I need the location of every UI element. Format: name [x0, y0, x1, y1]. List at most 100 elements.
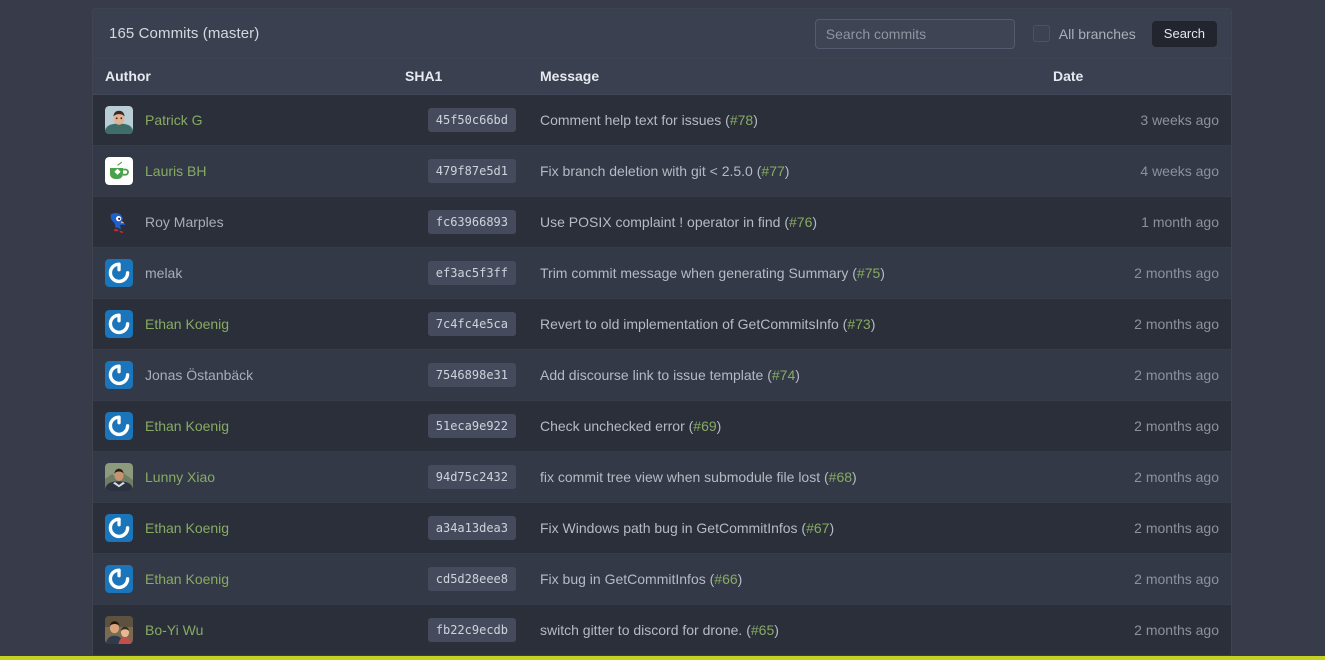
commit-sha-badge[interactable]: fb22c9ecdb [427, 617, 516, 642]
commit-message-cell: fix commit tree view when submodule file… [528, 451, 1041, 502]
commit-message-tail: ) [829, 519, 835, 536]
commit-message-text[interactable]: Fix Windows path bug in GetCommitInfos ( [540, 520, 806, 536]
commit-sha-badge[interactable]: cd5d28eee8 [427, 566, 516, 591]
commit-sha-cell: 45f50c66bd [393, 94, 528, 145]
commit-message-cell: Use POSIX complaint ! operator in find (… [528, 196, 1041, 247]
commit-sha-badge[interactable]: 94d75c2432 [427, 464, 516, 489]
issue-reference-link[interactable]: #76 [789, 214, 812, 230]
issue-reference-link[interactable]: #73 [847, 316, 870, 332]
commit-sha-badge[interactable]: 51eca9e922 [427, 413, 516, 438]
all-branches-checkbox[interactable] [1032, 25, 1050, 42]
commit-sha-badge[interactable]: ef3ac5f3ff [427, 260, 516, 285]
commit-message-text[interactable]: fix commit tree view when submodule file… [540, 469, 829, 485]
author-cell-inner: Lauris BH [105, 156, 381, 185]
commit-author-cell: Ethan Koenig [93, 553, 393, 604]
gravatar-default-avatar[interactable] [105, 309, 133, 338]
commit-message-tail: ) [716, 417, 722, 434]
commit-date-cell: 2 months ago [1134, 264, 1219, 281]
all-branches-toggle[interactable]: All branches [1032, 25, 1136, 42]
commit-message-tail: ) [812, 213, 818, 230]
table-row: Ethan Koenig cd5d28eee8 Fix bug in GetComm… [93, 553, 1231, 604]
column-header-author[interactable]: Author [93, 59, 393, 95]
commit-message-cell: switch gitter to discord for drone. (#65… [528, 604, 1041, 655]
commit-author-cell: melak [93, 247, 393, 298]
issue-reference-link[interactable]: #65 [751, 622, 774, 638]
commit-message-text[interactable]: switch gitter to discord for drone. ( [540, 622, 751, 638]
commit-date-cell: 2 months ago [1134, 366, 1219, 383]
commit-message-cell: Comment help text for issues (#78) [528, 94, 1041, 145]
commit-message-cell: Revert to old implementation of GetCommi… [528, 298, 1041, 349]
author-name[interactable]: Ethan Koenig [145, 418, 229, 434]
commit-message-text[interactable]: Fix bug in GetCommitInfos ( [540, 571, 714, 587]
table-row: Ethan Koenig a34a13dea3 Fix Windows path b… [93, 502, 1231, 553]
commit-date-cell: 2 months ago [1134, 315, 1219, 332]
commit-sha-cell: ef3ac5f3ff [393, 247, 528, 298]
commit-message-tail: ) [880, 264, 885, 281]
author-name[interactable]: Bo-Yi Wu [145, 622, 203, 638]
commit-message-cell: Add discourse link to issue template (#7… [528, 349, 1041, 400]
commit-sha-cell: fc63966893 [393, 196, 528, 247]
author-cell-inner: Jonas Östanbäck [105, 360, 381, 389]
issue-reference-link[interactable]: #78 [730, 112, 753, 128]
commit-sha-badge[interactable]: 479f87e5d1 [427, 158, 516, 183]
author-cell-inner: Ethan Koenig [105, 513, 381, 542]
commits-table: Author SHA1 Message Date Patrick G 45f50c… [93, 59, 1231, 656]
commit-message-tail: ) [795, 366, 800, 383]
author-name[interactable]: Patrick G [145, 112, 203, 128]
commit-sha-cell: 51eca9e922 [393, 400, 528, 451]
issue-reference-link[interactable]: #66 [714, 571, 737, 587]
photo-family-avatar[interactable] [105, 615, 133, 644]
author-name: Jonas Östanbäck [145, 366, 254, 383]
table-row: Roy Marples fc63966893 Use POSIX complaint… [93, 196, 1231, 247]
commit-sha-cell: 7546898e31 [393, 349, 528, 400]
commit-author-cell: Ethan Koenig [93, 502, 393, 553]
commit-message-tail: ) [774, 621, 779, 638]
commit-message-cell: Trim commit message when generating Summ… [528, 247, 1041, 298]
gravatar-default-avatar[interactable] [105, 411, 133, 440]
commit-message-text[interactable]: Add discourse link to issue template ( [540, 367, 772, 383]
commit-sha-badge[interactable]: fc63966893 [427, 209, 516, 234]
photo-man-avatar[interactable] [105, 105, 133, 134]
commit-message-text[interactable]: Revert to old implementation of GetCommi… [540, 316, 847, 332]
commit-sha-badge[interactable]: a34a13dea3 [427, 515, 516, 540]
commit-message-text[interactable]: Comment help text for issues ( [540, 112, 730, 128]
commit-author-cell: Patrick G [93, 94, 393, 145]
issue-reference-link[interactable]: #67 [806, 520, 829, 536]
author-name[interactable]: Ethan Koenig [145, 316, 229, 332]
author-name[interactable]: Ethan Koenig [145, 520, 229, 536]
page-title: 165 Commits (master) [109, 25, 260, 42]
issue-reference-link[interactable]: #74 [772, 367, 795, 383]
column-header-sha1[interactable]: SHA1 [393, 59, 528, 95]
search-button[interactable]: Search [1151, 20, 1217, 47]
all-branches-label: All branches [1058, 25, 1136, 42]
issue-reference-link[interactable]: #68 [829, 469, 852, 485]
commit-message-text[interactable]: Check unchecked error ( [540, 418, 693, 434]
author-name[interactable]: Lauris BH [145, 163, 206, 179]
commit-date-cell: 3 weeks ago [1140, 111, 1219, 128]
issue-reference-link[interactable]: #69 [693, 418, 716, 434]
commit-sha-badge[interactable]: 7c4fc4e5ca [427, 311, 516, 336]
author-name[interactable]: Lunny Xiao [145, 469, 215, 485]
commit-sha-cell: fb22c9ecdb [393, 604, 528, 655]
search-input[interactable] [814, 18, 1015, 49]
commit-message-text[interactable]: Trim commit message when generating Summ… [540, 265, 857, 281]
gravatar-default-avatar[interactable] [105, 564, 133, 593]
table-row: melak ef3ac5f3ff Trim commit message when … [93, 247, 1231, 298]
column-header-message[interactable]: Message [528, 59, 1041, 95]
photo-man-outdoor-avatar[interactable] [105, 462, 133, 491]
commit-message-text[interactable]: Fix branch deletion with git < 2.5.0 ( [540, 163, 761, 179]
table-header-row: Author SHA1 Message Date [93, 59, 1231, 95]
table-row: Patrick G 45f50c66bd Comment help text for… [93, 94, 1231, 145]
issue-reference-link[interactable]: #75 [857, 265, 880, 281]
column-header-date[interactable]: Date [1041, 59, 1231, 95]
gravatar-default-avatar[interactable] [105, 513, 133, 542]
commit-date-cell: 2 months ago [1134, 621, 1219, 638]
author-name[interactable]: Ethan Koenig [145, 571, 229, 587]
issue-reference-link[interactable]: #77 [761, 163, 784, 179]
author-name: Roy Marples [145, 213, 224, 230]
author-cell-inner: Roy Marples [105, 207, 381, 236]
commit-message-text[interactable]: Use POSIX complaint ! operator in find ( [540, 214, 789, 230]
commit-sha-badge[interactable]: 45f50c66bd [427, 107, 516, 132]
commit-sha-badge[interactable]: 7546898e31 [427, 362, 516, 387]
green-teacup-avatar[interactable] [105, 156, 133, 185]
